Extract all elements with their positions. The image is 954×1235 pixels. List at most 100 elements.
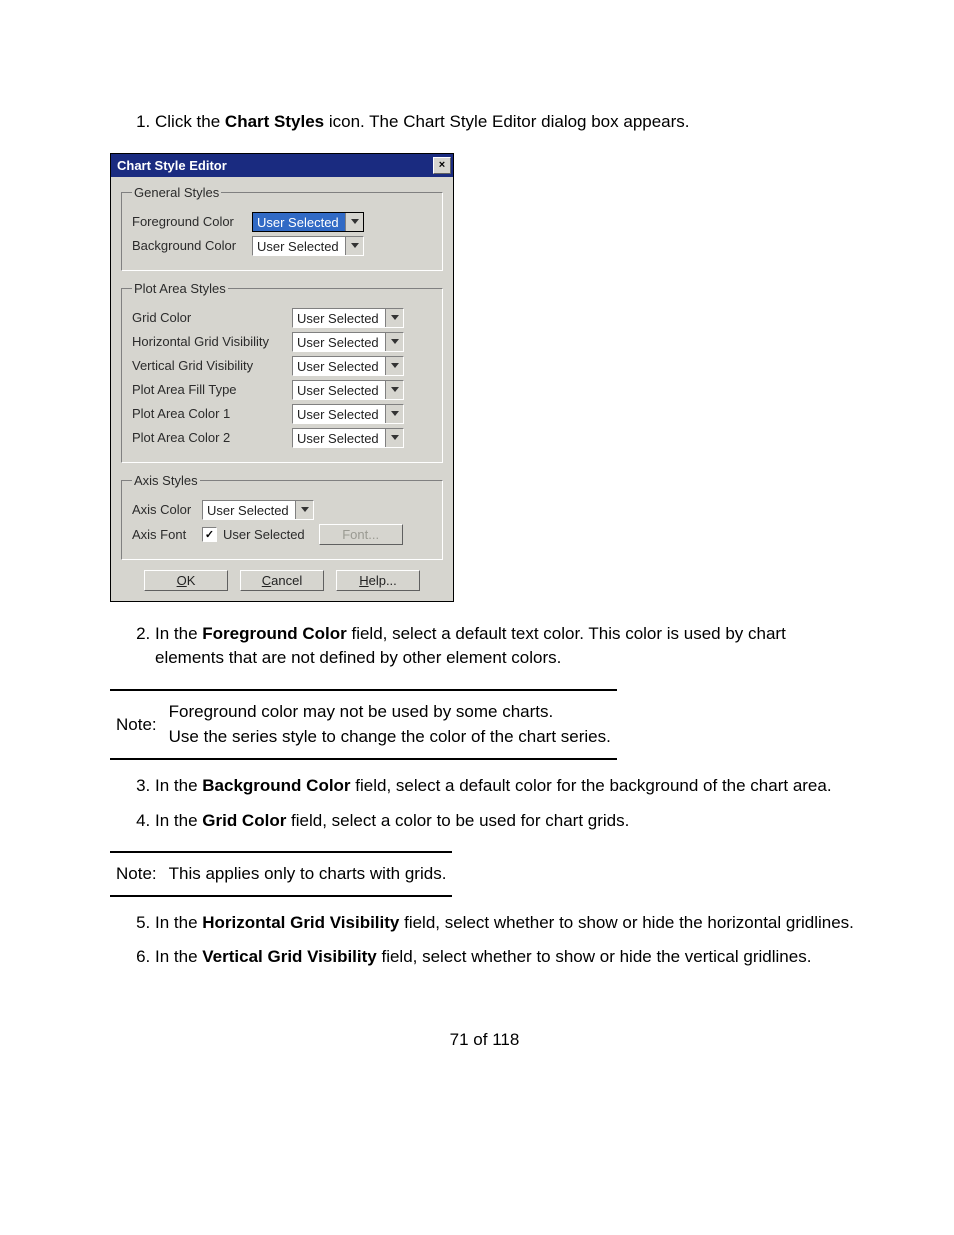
group-legend: Plot Area Styles xyxy=(132,281,228,296)
text: icon. The Chart Style Editor dialog box … xyxy=(324,112,689,131)
bold-text: Foreground Color xyxy=(202,624,346,643)
horizontal-grid-visibility-combo[interactable]: User Selected xyxy=(292,332,404,352)
text: In the xyxy=(155,947,202,966)
triangle-icon xyxy=(391,411,399,416)
chevron-down-icon[interactable] xyxy=(295,501,313,519)
combo-value: User Selected xyxy=(293,333,385,351)
axis-styles-group: Axis Styles Axis Color User Selected Axi… xyxy=(121,473,443,560)
axis-color-label: Axis Color xyxy=(132,502,202,517)
step-6: In the Vertical Grid Visibility field, s… xyxy=(155,945,859,970)
combo-value: User Selected xyxy=(293,309,385,327)
chevron-down-icon[interactable] xyxy=(385,405,403,423)
chevron-down-icon[interactable] xyxy=(385,309,403,327)
combo-value: User Selected xyxy=(253,213,345,231)
triangle-icon xyxy=(351,219,359,224)
help-button[interactable]: Help... xyxy=(336,570,420,591)
step-1: Click the Chart Styles icon. The Chart S… xyxy=(155,110,859,135)
vertical-grid-visibility-combo[interactable]: User Selected xyxy=(292,356,404,376)
axis-color-combo[interactable]: User Selected xyxy=(202,500,314,520)
combo-value: User Selected xyxy=(253,237,345,255)
plot-area-color-2-label: Plot Area Color 2 xyxy=(132,430,292,445)
text: field, select a color to be used for cha… xyxy=(286,811,629,830)
text: In the xyxy=(155,776,202,795)
dialog-button-row: OK Cancel Help... xyxy=(121,570,443,591)
note-box-2: Note: This applies only to charts with g… xyxy=(110,851,452,897)
plot-area-color-2-combo[interactable]: User Selected xyxy=(292,428,404,448)
note-label: Note: xyxy=(110,852,163,896)
grid-color-combo[interactable]: User Selected xyxy=(292,308,404,328)
chevron-down-icon[interactable] xyxy=(345,213,363,231)
page-number: 71 of 118 xyxy=(110,1030,859,1050)
triangle-icon xyxy=(391,387,399,392)
combo-value: User Selected xyxy=(293,357,385,375)
text: field, select whether to show or hide th… xyxy=(377,947,812,966)
text: In the xyxy=(155,913,202,932)
axis-font-label: Axis Font xyxy=(132,527,202,542)
mnemonic: H xyxy=(359,573,368,588)
dialog-title: Chart Style Editor xyxy=(117,158,227,173)
general-styles-group: General Styles Foreground Color User Sel… xyxy=(121,185,443,271)
grid-color-label: Grid Color xyxy=(132,310,292,325)
text: field, select a default color for the ba… xyxy=(351,776,832,795)
triangle-icon xyxy=(391,363,399,368)
foreground-color-combo[interactable]: User Selected xyxy=(252,212,364,232)
bold-text: Horizontal Grid Visibility xyxy=(202,913,399,932)
combo-value: User Selected xyxy=(293,405,385,423)
chevron-down-icon[interactable] xyxy=(345,237,363,255)
dialog-titlebar: Chart Style Editor × xyxy=(111,154,453,177)
triangle-icon xyxy=(351,243,359,248)
cancel-button[interactable]: Cancel xyxy=(240,570,324,591)
text: In the xyxy=(155,624,202,643)
background-color-combo[interactable]: User Selected xyxy=(252,236,364,256)
triangle-icon xyxy=(391,339,399,344)
chevron-down-icon[interactable] xyxy=(385,333,403,351)
group-legend: General Styles xyxy=(132,185,221,200)
note-box-1: Note: Foreground color may not be used b… xyxy=(110,689,617,760)
text: field, select whether to show or hide th… xyxy=(399,913,854,932)
text: In the xyxy=(155,811,202,830)
chevron-down-icon[interactable] xyxy=(385,381,403,399)
horizontal-grid-visibility-label: Horizontal Grid Visibility xyxy=(132,334,292,349)
triangle-icon xyxy=(301,507,309,512)
combo-value: User Selected xyxy=(203,501,295,519)
ok-button[interactable]: OK xyxy=(144,570,228,591)
chart-style-editor-dialog: Chart Style Editor × General Styles Fore… xyxy=(110,153,454,602)
step-3: In the Background Color field, select a … xyxy=(155,774,859,799)
note-line-1: Foreground color may not be used by some… xyxy=(169,699,611,725)
triangle-icon xyxy=(391,435,399,440)
axis-font-check-text: User Selected xyxy=(223,527,305,542)
chevron-down-icon[interactable] xyxy=(385,429,403,447)
combo-value: User Selected xyxy=(293,429,385,447)
text: ancel xyxy=(271,573,302,588)
bold-text: Background Color xyxy=(202,776,350,795)
combo-value: User Selected xyxy=(293,381,385,399)
mnemonic: C xyxy=(262,573,271,588)
plot-area-fill-type-label: Plot Area Fill Type xyxy=(132,382,292,397)
text: elp... xyxy=(369,573,397,588)
note-label: Note: xyxy=(110,690,163,759)
close-icon[interactable]: × xyxy=(433,157,451,174)
plot-area-styles-group: Plot Area Styles Grid Color User Selecte… xyxy=(121,281,443,463)
background-color-label: Background Color xyxy=(132,238,252,253)
mnemonic: O xyxy=(177,573,187,588)
axis-font-checkbox[interactable]: ✓ xyxy=(202,527,217,542)
chevron-down-icon[interactable] xyxy=(385,357,403,375)
text: K xyxy=(187,573,196,588)
step-4: In the Grid Color field, select a color … xyxy=(155,809,859,834)
plot-area-color-1-combo[interactable]: User Selected xyxy=(292,404,404,424)
plot-area-fill-type-combo[interactable]: User Selected xyxy=(292,380,404,400)
step-2: In the Foreground Color field, select a … xyxy=(155,622,859,671)
foreground-color-label: Foreground Color xyxy=(132,214,252,229)
bold-text: Chart Styles xyxy=(225,112,324,131)
bold-text: Grid Color xyxy=(202,811,286,830)
plot-area-color-1-label: Plot Area Color 1 xyxy=(132,406,292,421)
group-legend: Axis Styles xyxy=(132,473,200,488)
bold-text: Vertical Grid Visibility xyxy=(202,947,376,966)
note-text: This applies only to charts with grids. xyxy=(163,852,453,896)
step-5: In the Horizontal Grid Visibility field,… xyxy=(155,911,859,936)
text: Click the xyxy=(155,112,225,131)
note-line-2: Use the series style to change the color… xyxy=(169,724,611,750)
font-button[interactable]: Font... xyxy=(319,524,403,545)
vertical-grid-visibility-label: Vertical Grid Visibility xyxy=(132,358,292,373)
triangle-icon xyxy=(391,315,399,320)
